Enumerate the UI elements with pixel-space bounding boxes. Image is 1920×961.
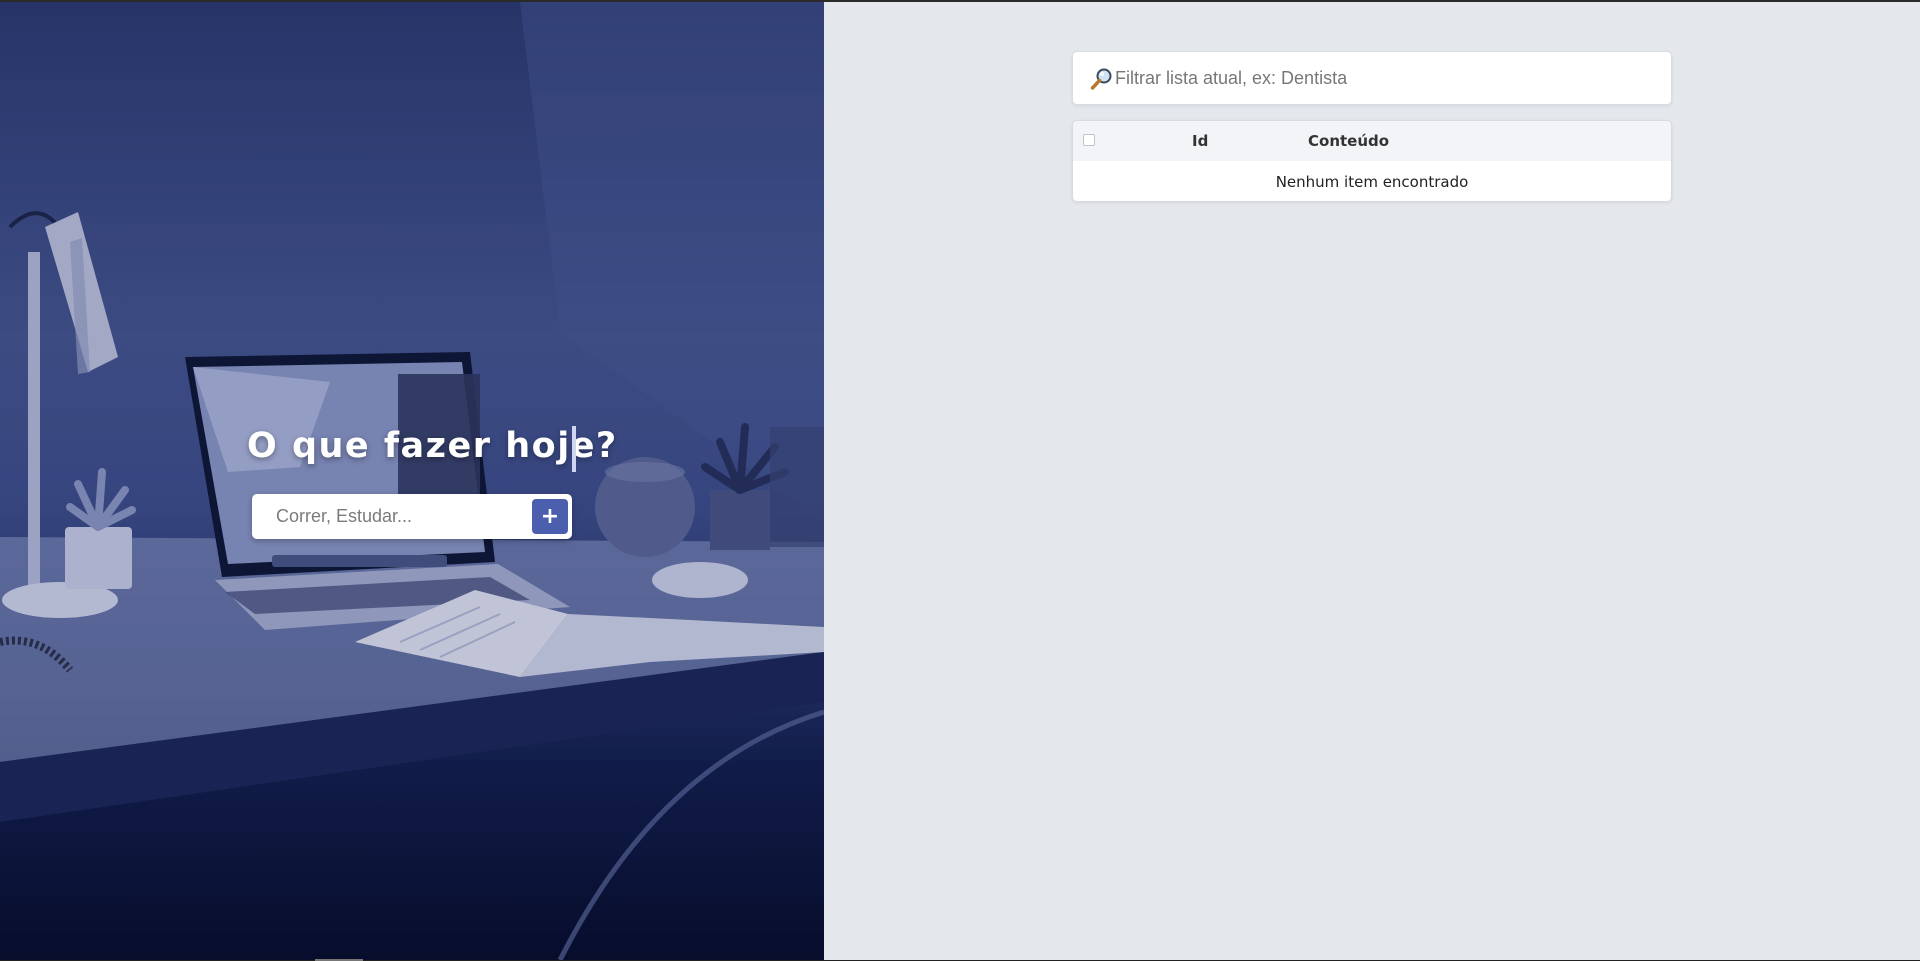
empty-state-message: Nenhum item encontrado: [1275, 173, 1469, 191]
table-header: Id Conteúdo: [1073, 121, 1671, 161]
hero-title: O que fazer hoje?: [247, 426, 618, 466]
hero-tint-overlay: [0, 2, 824, 960]
task-list-panel: Id Conteúdo Nenhum item encontrado: [824, 2, 1920, 960]
hero-panel: O que fazer hoje? +: [0, 2, 824, 960]
filter-box: [1072, 51, 1672, 105]
task-table: Id Conteúdo Nenhum item encontrado: [1072, 120, 1672, 202]
filter-input[interactable]: [1115, 52, 1655, 104]
column-header-content[interactable]: Conteúdo: [1308, 132, 1389, 150]
column-header-id[interactable]: Id: [1192, 132, 1208, 150]
magnifier-icon: [1090, 68, 1112, 90]
add-task-button[interactable]: +: [532, 499, 568, 534]
new-task-input[interactable]: [252, 494, 527, 539]
new-task-form: +: [252, 494, 572, 539]
text-cursor: [572, 426, 576, 472]
select-all-checkbox[interactable]: [1083, 134, 1095, 146]
